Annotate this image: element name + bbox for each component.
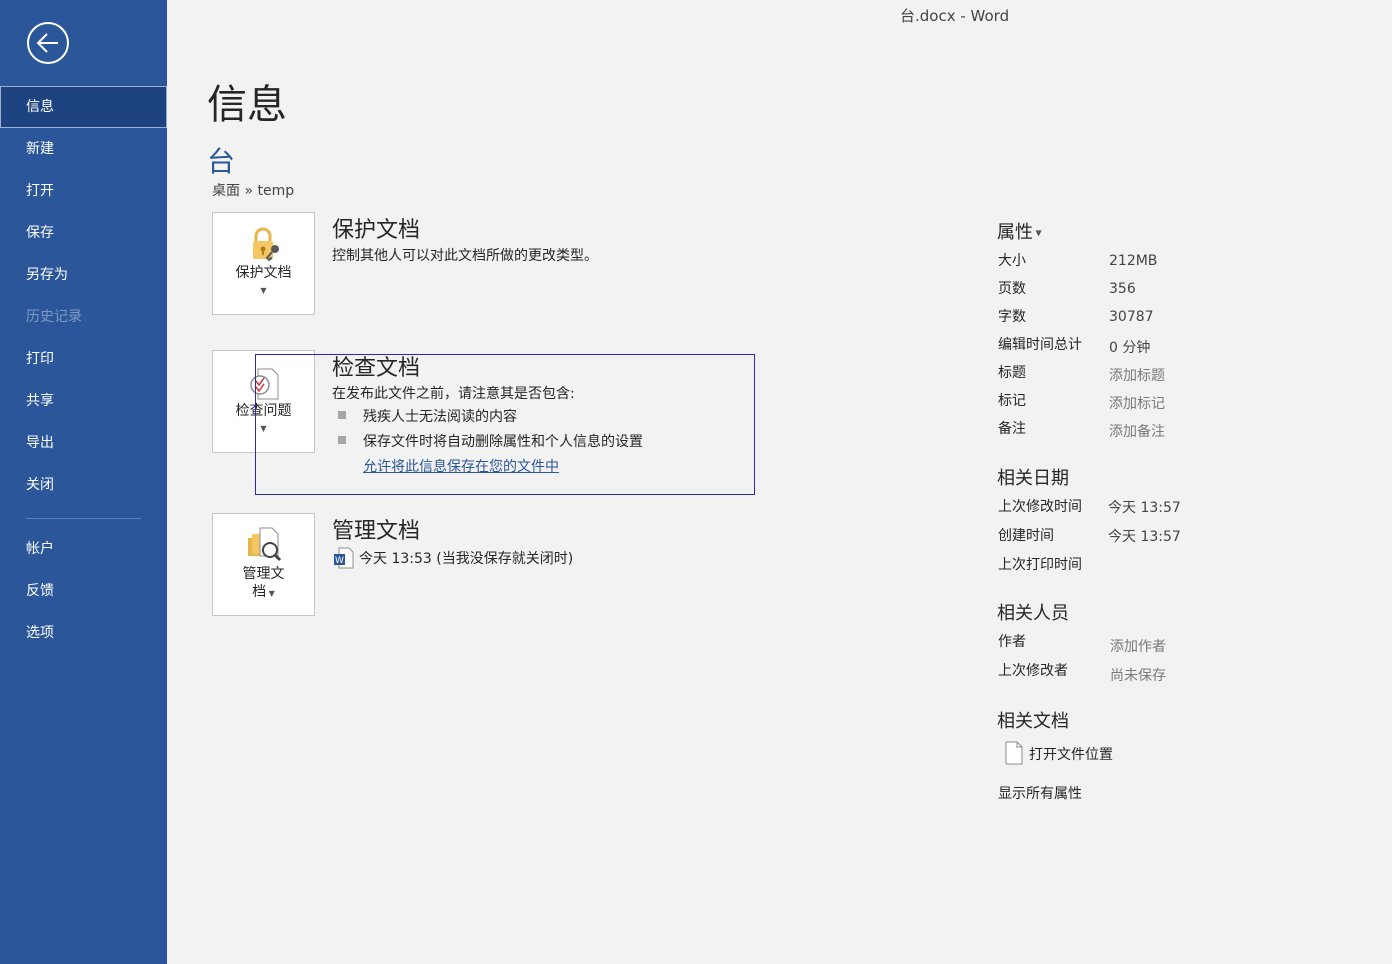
related-documents-header: 相关文档 xyxy=(997,711,1069,732)
nav-feedback[interactable]: 反馈 xyxy=(0,570,167,612)
add-title-field[interactable]: 添加标题 xyxy=(1109,365,1165,385)
prop-value-created: 今天 13:57 xyxy=(1108,529,1181,545)
manage-document-icon xyxy=(213,526,314,566)
nav-options[interactable]: 选项 xyxy=(0,612,167,654)
add-tags-field[interactable]: 添加标记 xyxy=(1109,393,1165,413)
add-author-field[interactable]: 添加作者 xyxy=(1110,636,1166,656)
prop-label-size: 大小 xyxy=(998,253,1026,269)
svg-text:W: W xyxy=(335,556,344,566)
manage-document-button[interactable]: 管理文 档 ▼ xyxy=(212,513,315,616)
protect-document-label: 保护文档 xyxy=(235,265,292,281)
window-title: 台.docx - Word xyxy=(900,7,1010,25)
protect-document-button[interactable]: 保护文档 ▼ xyxy=(212,212,315,315)
document-icon xyxy=(1005,741,1023,765)
nav-save-as[interactable]: 另存为 xyxy=(0,254,167,296)
document-name: 台 xyxy=(207,145,236,178)
nav-open[interactable]: 打开 xyxy=(0,170,167,212)
selection-highlight xyxy=(255,354,755,495)
manage-document-label-line2: 档 ▼ xyxy=(213,583,314,603)
prop-value-edit-time: 0 分钟 xyxy=(1109,340,1151,356)
backstage-sidebar: 信息 新建 打开 保存 另存为 历史记录 打印 共享 导出 关闭 帐户 反馈 选… xyxy=(0,0,167,964)
nav-divider xyxy=(26,518,141,519)
prop-value-words: 30787 xyxy=(1109,309,1154,325)
manage-document-label-line2-text: 档 xyxy=(252,584,267,600)
document-path: 桌面 » temp xyxy=(212,183,295,199)
nav-info[interactable]: 信息 xyxy=(0,86,167,128)
prop-label-last-modified-by: 上次修改者 xyxy=(998,663,1068,679)
word-document-icon: W xyxy=(333,547,355,573)
prop-value-last-modified: 今天 13:57 xyxy=(1108,500,1181,516)
nav-print[interactable]: 打印 xyxy=(0,338,167,380)
chevron-down-icon: ▼ xyxy=(1033,228,1042,238)
nav-close[interactable]: 关闭 xyxy=(0,464,167,506)
nav-share[interactable]: 共享 xyxy=(0,380,167,422)
chevron-down-icon: ▼ xyxy=(260,286,267,295)
prop-value-pages: 356 xyxy=(1109,281,1136,297)
prop-label-edit-time: 编辑时间总计 xyxy=(998,337,1082,353)
nav-save[interactable]: 保存 xyxy=(0,212,167,254)
related-dates-header: 相关日期 xyxy=(997,468,1069,489)
prop-value-size: 212MB xyxy=(1109,253,1158,269)
lock-key-icon xyxy=(213,225,314,265)
show-all-properties-link[interactable]: 显示所有属性 xyxy=(998,783,1082,803)
prop-label-last-printed: 上次打印时间 xyxy=(998,557,1082,573)
prop-label-pages: 页数 xyxy=(998,281,1026,297)
prop-label-author: 作者 xyxy=(998,634,1026,650)
properties-dropdown[interactable]: 属性 ▼ xyxy=(997,218,1042,244)
prop-label-tags: 标记 xyxy=(998,393,1026,409)
prop-label-last-modified: 上次修改时间 xyxy=(998,499,1082,515)
manage-document-label: 管理文 档 ▼ xyxy=(213,565,314,603)
nav-history: 历史记录 xyxy=(26,309,82,325)
nav-new[interactable]: 新建 xyxy=(0,128,167,170)
add-comments-field[interactable]: 添加备注 xyxy=(1109,421,1165,441)
prop-value-last-modified-by: 尚未保存 xyxy=(1110,668,1166,684)
prop-label-title: 标题 xyxy=(998,365,1026,381)
page-title: 信息 xyxy=(207,82,287,128)
protect-document-description: 控制其他人可以对此文档所做的更改类型。 xyxy=(332,248,598,264)
related-people-header: 相关人员 xyxy=(997,603,1069,624)
back-button[interactable] xyxy=(27,22,69,64)
manage-document-title: 管理文档 xyxy=(332,519,421,544)
back-arrow-icon xyxy=(36,33,58,53)
open-file-location-label: 打开文件位置 xyxy=(1029,747,1113,763)
manage-document-label-line1: 管理文 xyxy=(242,566,285,582)
nav-export[interactable]: 导出 xyxy=(0,422,167,464)
prop-label-comments: 备注 xyxy=(998,421,1026,437)
autosaved-version-item[interactable]: 今天 13:53 (当我没保存就关闭时) xyxy=(359,548,573,568)
prop-label-words: 字数 xyxy=(998,309,1026,325)
properties-header: 属性 xyxy=(997,222,1033,243)
nav-account[interactable]: 帐户 xyxy=(0,528,167,570)
chevron-down-icon: ▼ xyxy=(266,589,275,598)
protect-document-title: 保护文档 xyxy=(332,218,421,243)
prop-label-created: 创建时间 xyxy=(998,528,1054,544)
